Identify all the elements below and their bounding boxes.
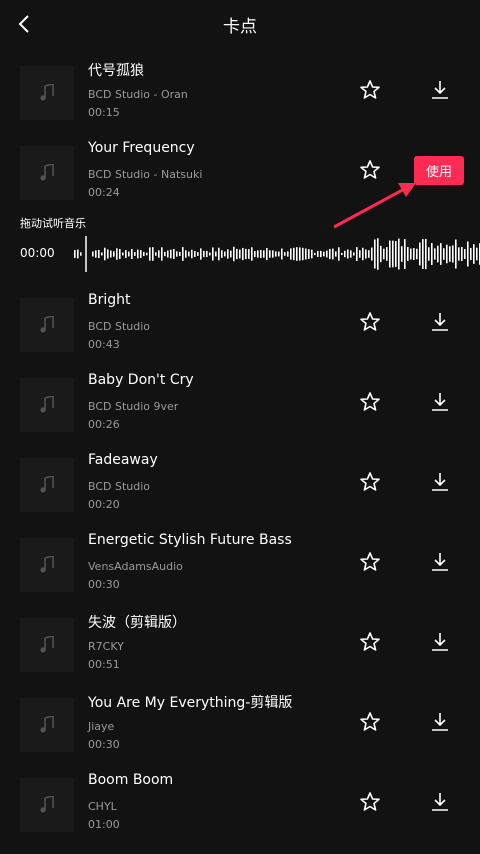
song-artist: BCD Studio - Oran <box>88 88 188 101</box>
music-note-icon <box>40 556 54 573</box>
star-icon[interactable] <box>358 790 382 814</box>
song-duration: 00:15 <box>88 106 120 119</box>
song-name: Fadeaway <box>88 452 158 468</box>
current-time: 00:00 <box>20 246 55 260</box>
song-row[interactable]: Energetic Stylish Future Bass VensAdamsA… <box>0 532 480 612</box>
download-icon[interactable] <box>428 630 452 654</box>
song-duration: 00:30 <box>88 738 120 751</box>
star-icon[interactable] <box>358 550 382 574</box>
song-name: Baby Don't Cry <box>88 372 194 388</box>
song-duration: 00:24 <box>88 186 120 199</box>
music-note-icon <box>40 396 54 413</box>
music-note-icon <box>40 716 54 733</box>
use-button[interactable]: 使用 <box>414 156 464 185</box>
song-name: Boom Boom <box>88 772 174 788</box>
song-row[interactable]: Baby Don't Cry BCD Studio 9ver 00:26 <box>0 372 480 452</box>
song-artist: BCD Studio <box>88 320 151 333</box>
song-artist: R7CKY <box>88 640 124 653</box>
song-cover <box>20 458 74 512</box>
star-icon[interactable] <box>358 78 382 102</box>
music-note-icon <box>40 796 54 813</box>
song-cover <box>20 698 74 752</box>
download-icon[interactable] <box>428 390 452 414</box>
download-icon[interactable] <box>428 790 452 814</box>
song-cover <box>20 778 74 832</box>
song-name: Energetic Stylish Future Bass <box>88 532 292 548</box>
song-duration: 01:00 <box>88 818 120 831</box>
star-icon[interactable] <box>358 710 382 734</box>
download-icon[interactable] <box>428 78 452 102</box>
star-icon[interactable] <box>358 630 382 654</box>
song-name: You Are My Everything-剪辑版 <box>88 695 293 711</box>
song-artist: BCD Studio <box>88 480 151 493</box>
song-row[interactable]: You Are My Everything-剪辑版 Jiaye 00:30 <box>0 692 480 772</box>
song-cover <box>20 538 74 592</box>
music-note-icon <box>40 476 54 493</box>
song-duration: 00:20 <box>88 498 120 511</box>
page-title: 卡点 <box>223 17 257 37</box>
header: 卡点 <box>0 0 480 48</box>
song-name: Bright <box>88 292 131 308</box>
song-cover <box>20 298 74 352</box>
song-cover <box>20 618 74 672</box>
download-icon[interactable] <box>428 710 452 734</box>
song-artist: VensAdamsAudio <box>88 560 183 573</box>
song-duration: 00:51 <box>88 658 120 671</box>
song-row[interactable]: Fadeaway BCD Studio 00:20 <box>0 452 480 532</box>
song-duration: 00:26 <box>88 418 120 431</box>
song-row[interactable]: 代号孤狼 BCD Studio - Oran 00:15 <box>0 60 480 140</box>
download-icon[interactable] <box>428 550 452 574</box>
music-note-icon <box>40 84 54 101</box>
download-icon[interactable] <box>428 470 452 494</box>
song-artist: Jiaye <box>88 720 115 733</box>
star-icon[interactable] <box>358 470 382 494</box>
red-arrow <box>333 183 416 229</box>
song-cover <box>20 146 74 200</box>
song-artist: CHYL <box>88 800 117 813</box>
song-cover <box>20 378 74 432</box>
song-cover <box>20 66 74 120</box>
music-note-icon <box>40 636 54 653</box>
song-artist: BCD Studio - Natsuki <box>88 168 203 181</box>
song-name: Your Frequency <box>88 140 195 156</box>
star-icon[interactable] <box>358 390 382 414</box>
waveform-scrubber[interactable] <box>70 232 480 276</box>
song-name: 代号孤狼 <box>88 63 144 79</box>
song-duration: 00:43 <box>88 338 120 351</box>
music-note-icon <box>40 316 54 333</box>
song-row[interactable]: Boom Boom CHYL 01:00 <box>0 772 480 852</box>
drag-hint: 拖动试听音乐 <box>20 217 86 230</box>
music-note-icon <box>40 164 54 181</box>
download-icon[interactable] <box>428 310 452 334</box>
star-icon[interactable] <box>358 310 382 334</box>
song-row[interactable]: Bright BCD Studio 00:43 <box>0 292 480 372</box>
song-row[interactable]: 失波（剪辑版） R7CKY 00:51 <box>0 612 480 692</box>
song-duration: 00:30 <box>88 578 120 591</box>
song-name: 失波（剪辑版） <box>88 615 186 631</box>
song-artist: BCD Studio 9ver <box>88 400 179 413</box>
